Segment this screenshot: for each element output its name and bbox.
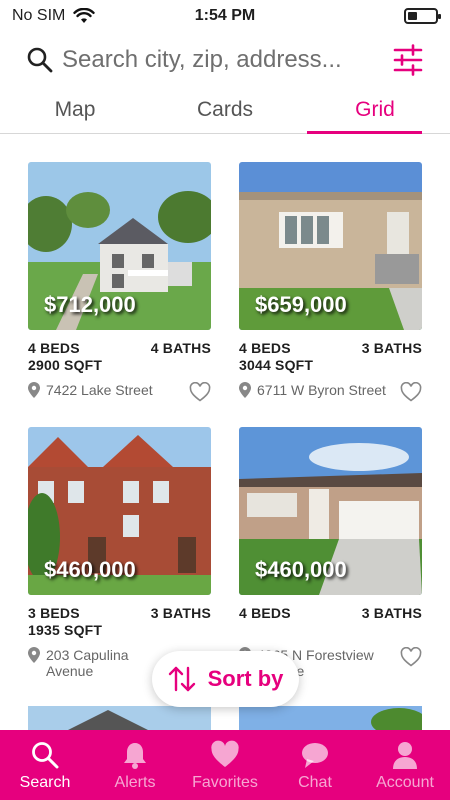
listing-specs: 4 BEDS 3 BATHS 3044 SQFT — [239, 340, 422, 374]
listing-beds: 4 BEDS — [28, 340, 80, 356]
listing-address-row: 6711 W Byron Street — [239, 382, 422, 402]
nav-favorites[interactable]: Favorites — [180, 730, 270, 800]
listing-baths: 4 BATHS — [150, 340, 211, 356]
location-pin-icon — [239, 382, 251, 398]
listing-address-text: 7422 Lake Street — [46, 382, 153, 398]
listing-photo[interactable]: $659,000 — [239, 162, 422, 330]
listing-price: $659,000 — [255, 292, 347, 317]
tab-cards[interactable]: Cards — [150, 92, 300, 133]
listing-price: $712,000 — [44, 292, 136, 317]
tab-grid[interactable]: Grid — [300, 92, 450, 134]
favorite-heart-icon[interactable] — [189, 382, 211, 402]
listing-photo[interactable]: $460,000 — [239, 427, 422, 595]
listing-address: 6711 W Byron Street — [239, 382, 386, 398]
listing-specs: 4 BEDS 4 BATHS 2900 SQFT — [28, 340, 211, 374]
search-icon — [32, 742, 59, 769]
location-pin-icon — [28, 647, 40, 663]
nav-account[interactable]: Account — [360, 730, 450, 800]
listing-address: 203 Capulina Avenue — [28, 647, 156, 679]
nav-search[interactable]: Search — [0, 730, 90, 800]
filter-sliders-icon[interactable] — [392, 44, 424, 76]
favorite-heart-icon[interactable] — [400, 382, 422, 402]
sort-button[interactable]: Sort by — [152, 651, 299, 707]
favorite-heart-icon[interactable] — [400, 647, 422, 667]
listing-photo[interactable] — [28, 706, 211, 730]
heart-icon — [211, 740, 239, 767]
listing-sqft: 2900 SQFT — [28, 357, 103, 373]
bottom-nav: Search Alerts Favorites Chat Account — [0, 730, 450, 800]
listing-baths: 3 BATHS — [150, 605, 211, 621]
chat-icon — [302, 743, 328, 768]
nav-favorites-label: Favorites — [192, 774, 258, 791]
listing-sqft: 1935 SQFT — [28, 622, 103, 638]
listing-beds: 4 BEDS — [239, 340, 291, 356]
listing-photo[interactable] — [239, 706, 422, 730]
nav-alerts[interactable]: Alerts — [90, 730, 180, 800]
listing-address-row: 7422 Lake Street — [28, 382, 211, 402]
search-bar — [0, 38, 450, 82]
listing-baths: 3 BATHS — [361, 605, 422, 621]
listing-card[interactable]: $659,000 4 BEDS 3 BATHS 3044 SQFT 6711 W… — [239, 162, 422, 402]
listing-address: 7422 Lake Street — [28, 382, 153, 398]
nav-account-label: Account — [376, 774, 434, 791]
search-input[interactable] — [62, 46, 382, 74]
listing-specs: 3 BEDS 3 BATHS 1935 SQFT — [28, 605, 211, 639]
tab-map[interactable]: Map — [0, 92, 150, 133]
listing-photo[interactable]: $712,000 — [28, 162, 211, 330]
status-bar: No SIM 1:54 PM — [0, 0, 450, 32]
listing-card[interactable] — [28, 706, 211, 730]
battery-icon — [404, 8, 441, 24]
nav-alerts-label: Alerts — [114, 774, 156, 791]
listing-photo[interactable]: $460,000 — [28, 427, 211, 595]
listing-baths: 3 BATHS — [361, 340, 422, 356]
wifi-icon — [73, 8, 96, 23]
battery-fill — [408, 12, 417, 20]
sort-label: Sort by — [207, 666, 284, 691]
location-pin-icon — [28, 382, 40, 398]
nav-chat-label: Chat — [298, 774, 332, 791]
listing-card[interactable] — [239, 706, 422, 730]
view-tabs: Map Cards Grid — [0, 92, 450, 134]
sort-arrows-icon — [168, 666, 195, 692]
search-icon — [27, 47, 53, 73]
listing-address-text: 203 Capulina Avenue — [46, 647, 129, 679]
listing-address-text: 6711 W Byron Street — [257, 382, 386, 398]
listing-price: $460,000 — [255, 557, 347, 582]
nav-chat[interactable]: Chat — [270, 730, 360, 800]
listing-card[interactable]: $712,000 4 BEDS 4 BATHS 2900 SQFT 7422 L… — [28, 162, 211, 402]
listing-beds: 3 BEDS — [28, 605, 80, 621]
listing-card[interactable]: $460,000 4 BEDS 3 BATHS 4365 N Forestvie… — [239, 427, 422, 679]
listing-beds: 4 BEDS — [239, 605, 291, 621]
listing-price: $460,000 — [44, 557, 136, 582]
carrier-label: No SIM — [12, 7, 66, 24]
status-left: No SIM — [12, 7, 96, 25]
listing-sqft: 3044 SQFT — [239, 357, 314, 373]
listing-card[interactable]: $460,000 3 BEDS 3 BATHS 1935 SQFT 203 Ca… — [28, 427, 211, 679]
nav-search-label: Search — [19, 774, 71, 791]
bell-icon — [124, 743, 146, 769]
listing-specs: 4 BEDS 3 BATHS — [239, 605, 422, 622]
person-icon — [393, 742, 417, 769]
